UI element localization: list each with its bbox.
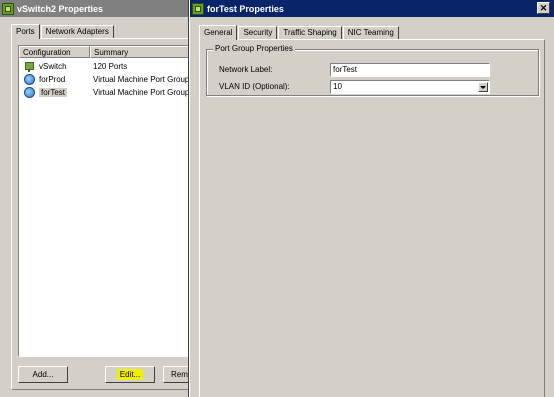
- close-button[interactable]: ✕: [537, 2, 550, 14]
- fortest-title: forTest Properties: [207, 3, 284, 14]
- row-name: vSwitch: [39, 62, 67, 71]
- tab-traffic-shaping[interactable]: Traffic Shaping: [278, 26, 342, 39]
- list-item-forprod[interactable]: forProd Virtual Machine Port Group: [19, 73, 193, 86]
- fortest-title-bar[interactable]: forTest Properties ✕: [190, 0, 554, 17]
- tab-network-adapters[interactable]: Network Adapters: [40, 25, 114, 38]
- tab-ports[interactable]: Ports: [11, 24, 40, 39]
- list-item-vswitch[interactable]: vSwitch 120 Ports: [19, 60, 193, 73]
- network-label-value: forTest: [333, 65, 358, 74]
- group-title: Port Group Properties: [213, 44, 295, 53]
- column-summary[interactable]: Summary: [90, 46, 193, 58]
- network-label-caption: Network Label:: [219, 65, 273, 74]
- port-group-icon: [24, 74, 35, 85]
- row-summary: Virtual Machine Port Group: [93, 88, 190, 97]
- edit-button-label: Edit...: [116, 369, 144, 380]
- vswitch2-title: vSwitch2 Properties: [17, 3, 104, 14]
- tab-security[interactable]: Security: [238, 26, 278, 39]
- row-summary: 120 Ports: [93, 62, 128, 71]
- network-label-field[interactable]: forTest: [330, 63, 490, 77]
- vswitch-icon: [24, 61, 35, 72]
- vlan-id-value: 10: [333, 82, 342, 91]
- vswitch2-tab-strip: Ports Network Adapters: [11, 24, 115, 39]
- add-button-label: Add...: [32, 370, 54, 379]
- chevron-down-icon[interactable]: [478, 82, 488, 92]
- portgroup-app-icon: [192, 2, 204, 15]
- general-panel: Port Group Properties Network Label: for…: [199, 39, 545, 397]
- ports-list-header: Configuration Summary: [19, 46, 193, 58]
- port-group-properties-group: Port Group Properties Network Label: for…: [206, 44, 539, 96]
- column-configuration[interactable]: Configuration: [19, 46, 90, 58]
- tab-nic-teaming[interactable]: NIC Teaming: [342, 26, 399, 39]
- vswitch-app-icon: [2, 2, 14, 15]
- fortest-properties-dialog: forTest Properties ✕ General Security Tr…: [189, 0, 554, 397]
- add-button[interactable]: Add...: [18, 366, 68, 383]
- vswitch2-title-bar[interactable]: vSwitch2 Properties: [0, 0, 200, 17]
- close-icon: ✕: [539, 2, 548, 13]
- edit-button[interactable]: Edit...: [105, 366, 155, 383]
- list-item-fortest[interactable]: forTest Virtual Machine Port Group: [19, 86, 193, 99]
- vlan-id-combo[interactable]: 10: [330, 80, 490, 94]
- ports-list[interactable]: Configuration Summary vSwitch 120 Ports …: [18, 45, 194, 357]
- row-summary: Virtual Machine Port Group: [93, 75, 190, 84]
- tab-general[interactable]: General: [199, 25, 238, 40]
- vswitch2-properties-window: vSwitch2 Properties Ports Network Adapte…: [0, 0, 213, 397]
- row-name: forProd: [39, 75, 66, 84]
- row-name: forTest: [39, 88, 68, 97]
- fortest-tab-strip: General Security Traffic Shaping NIC Tea…: [199, 25, 400, 40]
- port-group-icon: [24, 87, 35, 98]
- ports-panel: Configuration Summary vSwitch 120 Ports …: [11, 38, 213, 390]
- vlan-id-caption: VLAN ID (Optional):: [219, 82, 290, 91]
